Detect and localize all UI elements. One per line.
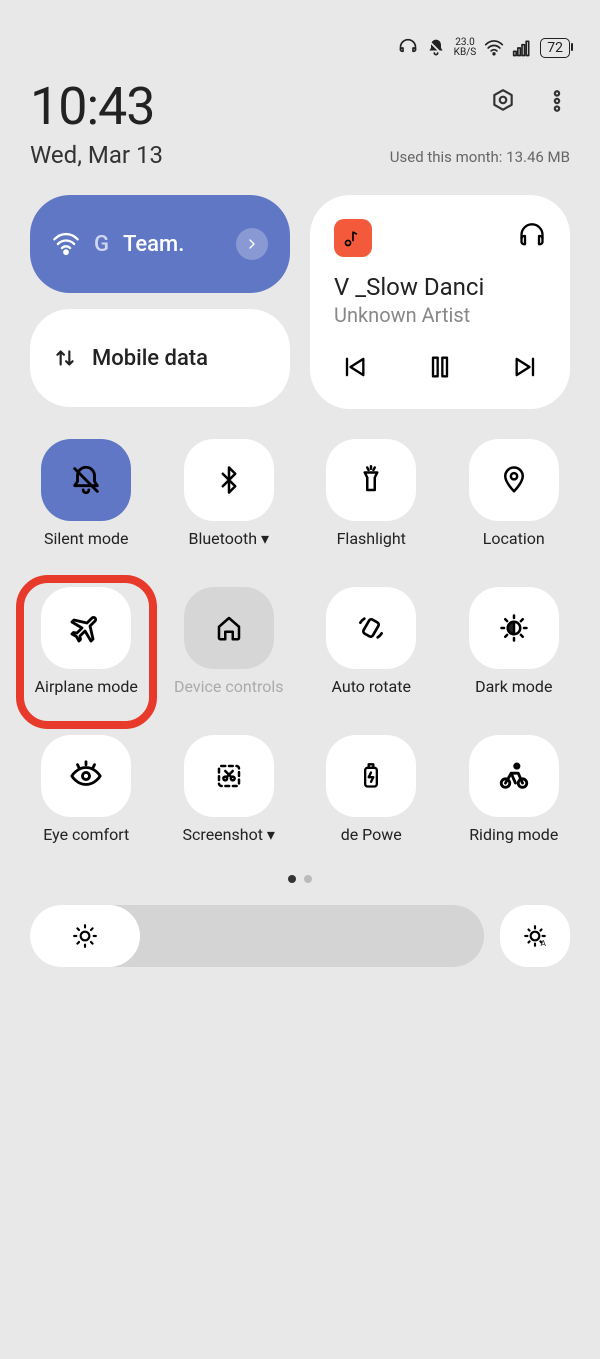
headphones-icon (398, 38, 418, 58)
svg-text:A: A (540, 939, 546, 949)
battery-charge-icon (357, 762, 385, 790)
flashlight-tile[interactable]: Flashlight (315, 439, 428, 567)
skip-previous-icon (340, 353, 368, 381)
eye-comfort-tile[interactable]: Eye comfort (30, 735, 143, 863)
mobile-data-label: Mobile data (92, 346, 208, 371)
pause-icon (426, 353, 454, 381)
gear-hex-icon (490, 88, 516, 114)
brightness-slider[interactable] (30, 905, 484, 967)
page-indicator (30, 875, 570, 883)
mobile-data-tile[interactable]: Mobile data (30, 309, 290, 407)
signal-icon (512, 38, 532, 58)
media-output-button[interactable] (518, 222, 546, 254)
tile-label: Location (483, 529, 545, 567)
more-vert-icon (544, 88, 570, 114)
wifi-icon (52, 230, 80, 258)
wifi-name: Team. (123, 232, 184, 257)
wifi-tile[interactable]: G Team. (30, 195, 290, 293)
device-controls-tile[interactable]: Device controls (173, 587, 286, 715)
skip-next-icon (512, 353, 540, 381)
settings-button[interactable] (490, 88, 516, 118)
flashlight-icon (356, 465, 386, 495)
dark-mode-icon (499, 613, 529, 643)
mute-icon (426, 38, 446, 58)
bell-off-icon (69, 463, 103, 497)
auto-rotate-tile[interactable]: Auto rotate (315, 587, 428, 715)
scissors-frame-icon (214, 761, 244, 791)
tile-label: Airplane mode (35, 677, 138, 715)
location-tile[interactable]: Location (458, 439, 571, 567)
data-usage: Used this month: 13.46 MB (390, 148, 570, 166)
clock-date: Wed, Mar 13 (30, 141, 163, 169)
tile-label: Flashlight (337, 529, 406, 567)
tile-label: Eye comfort (43, 825, 129, 863)
tile-label: Screenshot ▾ (183, 825, 275, 863)
silent-mode-tile[interactable]: Silent mode (30, 439, 143, 567)
airplane-mode-tile[interactable]: Airplane mode (30, 587, 143, 715)
auto-brightness-icon: A (522, 923, 548, 949)
screenshot-tile[interactable]: Screenshot ▾ (173, 735, 286, 863)
tile-label: Device controls (174, 677, 283, 715)
airplane-icon (69, 611, 103, 645)
wifi-expand[interactable] (236, 228, 268, 260)
location-pin-icon (499, 465, 529, 495)
bicycle-icon (497, 759, 531, 793)
tile-label: Auto rotate (332, 677, 411, 715)
wifi-prefix: G (94, 232, 109, 257)
riding-mode-tile[interactable]: Riding mode (458, 735, 571, 863)
dark-mode-tile[interactable]: Dark mode (458, 587, 571, 715)
bluetooth-tile[interactable]: Bluetooth ▾ (173, 439, 286, 567)
power-tile[interactable]: de Powe (315, 735, 428, 863)
chevron-right-icon (244, 236, 260, 252)
status-bar: 23.0KB/S 72 (30, 30, 570, 76)
headphones-icon (518, 222, 546, 250)
eye-icon (69, 759, 103, 793)
wifi-icon (484, 38, 504, 58)
media-title: V _Slow Danci (334, 273, 546, 301)
battery-level: 72 (540, 38, 570, 58)
rotate-icon (355, 612, 387, 644)
tile-label: Riding mode (469, 825, 558, 863)
tile-label: de Powe (341, 825, 402, 863)
media-artist: Unknown Artist (334, 303, 546, 327)
tile-label: Silent mode (44, 529, 128, 567)
bluetooth-icon (214, 465, 244, 495)
data-arrows-icon (52, 345, 78, 371)
music-app-chip[interactable] (334, 219, 372, 257)
tile-label: Dark mode (475, 677, 552, 715)
media-card: V _Slow Danci Unknown Artist (310, 195, 570, 409)
clock-time: 10:43 (30, 76, 163, 137)
home-icon (214, 613, 244, 643)
media-play-pause-button[interactable] (426, 353, 454, 385)
tile-label: Bluetooth ▾ (188, 529, 269, 567)
overflow-button[interactable] (544, 88, 570, 118)
brightness-icon (72, 923, 98, 949)
media-prev-button[interactable] (340, 353, 368, 385)
music-note-icon (343, 228, 363, 248)
data-speed: 23.0KB/S (454, 38, 477, 58)
media-next-button[interactable] (512, 353, 540, 385)
auto-brightness-button[interactable]: A (500, 905, 570, 967)
